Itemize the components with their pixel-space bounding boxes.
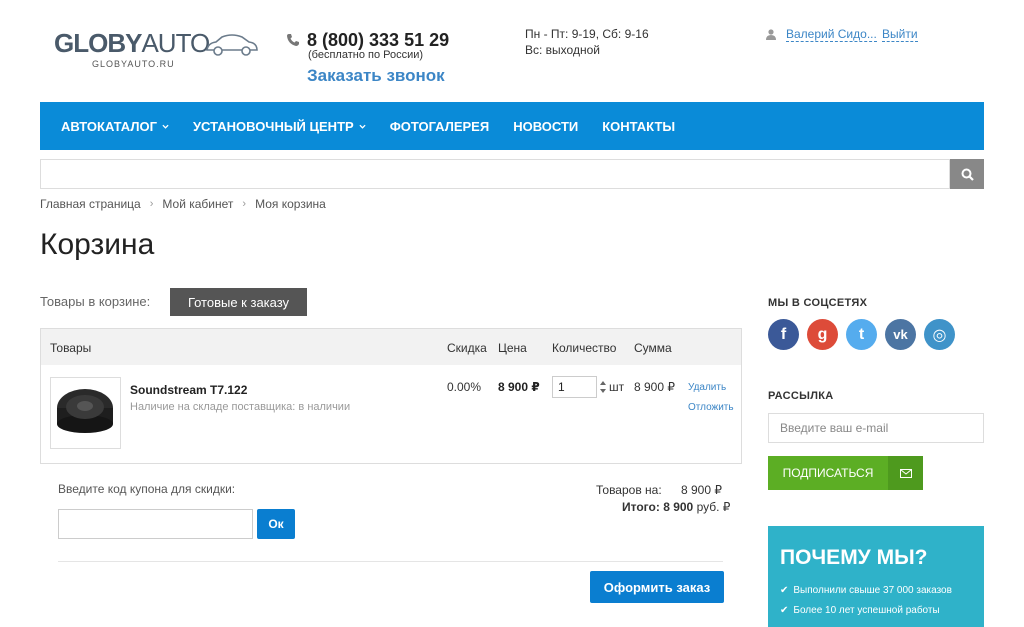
why-us-box: ПОЧЕМУ МЫ? ✔ Выполнили свыше 37 000 зака… (768, 526, 984, 627)
product-price: 8 900 ₽ (498, 380, 540, 394)
newsletter-title: РАССЫЛКА (768, 390, 834, 402)
product-stock: Наличие на складе поставщика: в наличии (130, 401, 351, 413)
totals-value: 8 900 ₽ (681, 483, 722, 497)
breadcrumb-home[interactable]: Главная страница (40, 197, 141, 211)
subscribe-label: ПОДПИСАТЬСЯ (782, 466, 874, 480)
car-icon (206, 34, 258, 56)
chevron-down-icon (359, 124, 366, 129)
nav-item-install-center[interactable]: УСТАНОВОЧНЫЙ ЦЕНТР (193, 119, 366, 134)
logo-subtitle: GLOBYAUTO.RU (92, 59, 175, 69)
speaker-image (51, 378, 120, 448)
breadcrumb: Главная страница › Мой кабинет › Моя кор… (40, 197, 326, 211)
page-title: Корзина (40, 228, 155, 261)
search-button[interactable] (950, 159, 984, 189)
user-name-link[interactable]: Валерий Сидо... (786, 27, 877, 42)
chevron-right-icon: › (242, 198, 247, 210)
grand-total: Итого: 8 900 руб. ₽ (622, 500, 730, 514)
breadcrumb-account[interactable]: Мой кабинет (162, 197, 233, 211)
product-discount: 0.00% (447, 380, 482, 394)
quantity-input[interactable]: 1 (552, 376, 597, 398)
tab-ready-to-order[interactable]: Готовые к заказу (170, 288, 307, 316)
user-icon (766, 29, 776, 40)
search-icon (961, 168, 974, 181)
totals-label: Товаров на: (596, 483, 662, 497)
column-sum: Сумма (634, 341, 672, 355)
email-field[interactable]: Введите ваш e-mail (768, 413, 984, 443)
column-quantity: Количество (552, 341, 617, 355)
product-name[interactable]: Soundstream T7.122 (130, 383, 247, 397)
vk-icon[interactable]: vk (885, 319, 916, 350)
chevron-down-icon (162, 124, 169, 129)
checkout-button[interactable]: Оформить заказ (590, 571, 724, 603)
phone-note: (бесплатно по России) (308, 49, 424, 61)
main-nav: АВТОКАТАЛОГ УСТАНОВОЧНЫЙ ЦЕНТР ФОТОГАЛЕР… (40, 102, 984, 150)
coupon-label: Введите код купона для скидки: (58, 482, 236, 496)
divider (58, 561, 723, 562)
social-title: МЫ В СОЦСЕТЯХ (768, 297, 868, 309)
quantity-stepper[interactable] (599, 377, 607, 397)
column-discount: Скидка (447, 341, 487, 355)
grand-total-label: Итого: (622, 500, 660, 514)
phone-number[interactable]: 8 (800) 333 51 29 (307, 30, 449, 51)
cart-label: Товары в корзине: (40, 294, 151, 309)
working-hours-weekdays: Пн - Пт: 9-19, Сб: 9-16 (525, 27, 649, 41)
cart-table-header: Товары Скидка Цена Количество Сумма (41, 329, 741, 365)
phone-icon (287, 34, 299, 46)
logo-wordmark: GLOBYAUTO (54, 28, 210, 58)
instagram-icon[interactable]: ◎ (924, 319, 955, 350)
logout-link[interactable]: Выйти (882, 27, 918, 42)
search-input[interactable] (40, 159, 950, 189)
cart-table: Товары Скидка Цена Количество Сумма Soun… (40, 328, 742, 464)
facebook-icon[interactable]: f (768, 319, 799, 350)
social-links: f g t vk ◎ (768, 319, 963, 350)
nav-item-autocatalog[interactable]: АВТОКАТАЛОГ (61, 119, 169, 134)
check-icon: ✔ (780, 605, 789, 616)
quantity-unit: шт (609, 380, 625, 394)
column-goods: Товары (50, 341, 92, 355)
why-us-item: ✔ Более 10 лет успешной работы (780, 605, 940, 616)
why-us-title: ПОЧЕМУ МЫ? (780, 546, 928, 569)
nav-item-gallery[interactable]: ФОТОГАЛЕРЕЯ (390, 119, 490, 134)
coupon-apply-button[interactable]: Ок (257, 509, 295, 539)
why-us-item: ✔ Выполнили свыше 37 000 заказов (780, 585, 952, 596)
envelope-icon (888, 456, 923, 490)
subscribe-button[interactable]: ПОДПИСАТЬСЯ (768, 456, 923, 490)
nav-item-contacts[interactable]: КОНТАКТЫ (602, 119, 675, 134)
working-hours-sunday: Вс: выходной (525, 43, 600, 57)
site-logo[interactable]: GLOBYAUTO GLOBYAUTO.RU (54, 28, 259, 73)
delete-link[interactable]: Удалить (688, 382, 726, 393)
callback-link[interactable]: Заказать звонок (307, 66, 445, 86)
check-icon: ✔ (780, 585, 789, 596)
coupon-input[interactable] (58, 509, 253, 539)
google-plus-icon[interactable]: g (807, 319, 838, 350)
grand-total-value: 8 900 (663, 500, 694, 514)
product-image[interactable] (50, 377, 121, 449)
nav-item-news[interactable]: НОВОСТИ (513, 119, 578, 134)
grand-total-currency: руб. ₽ (696, 500, 731, 514)
product-sum: 8 900 ₽ (634, 380, 675, 394)
breadcrumb-current: Моя корзина (255, 197, 326, 211)
column-price: Цена (498, 341, 527, 355)
chevron-right-icon: › (149, 198, 154, 210)
defer-link[interactable]: Отложить (688, 402, 734, 413)
twitter-icon[interactable]: t (846, 319, 877, 350)
